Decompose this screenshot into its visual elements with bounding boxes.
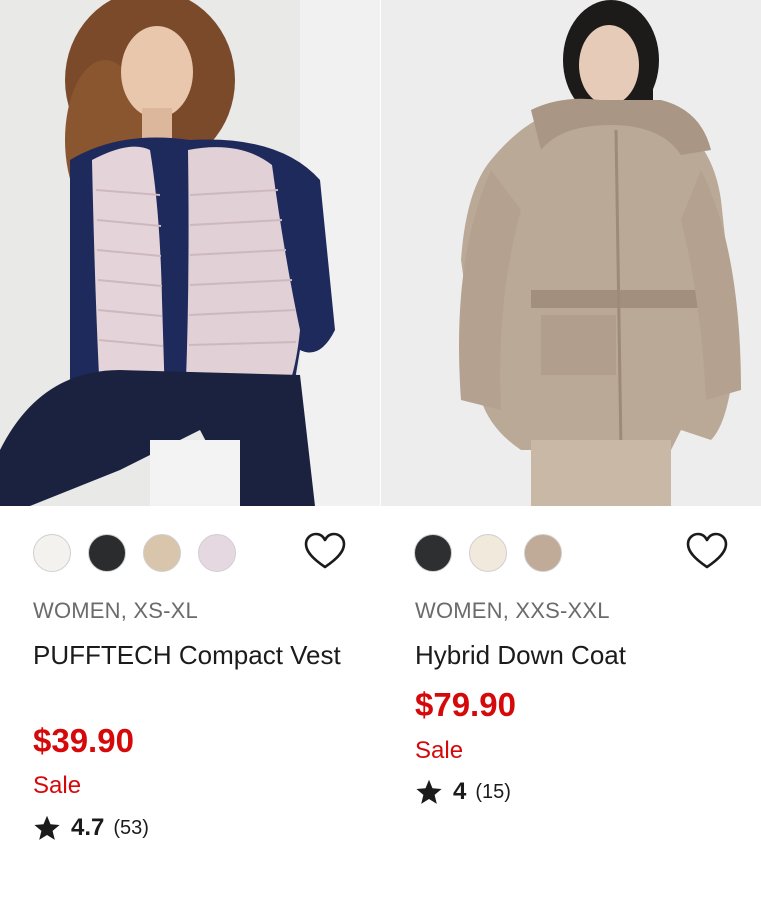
- rating-score: 4.7: [71, 814, 105, 841]
- color-swatch-off-white[interactable]: [33, 534, 71, 572]
- sale-label: Sale: [415, 737, 464, 764]
- product-card-coat[interactable]: WOMEN, XXS-XXL Hybrid Down Coat $79.90 S…: [381, 0, 761, 900]
- star-icon: [34, 815, 60, 840]
- sale-label: Sale: [33, 772, 82, 799]
- product-card-vest[interactable]: WOMEN, XS-XL PUFFTECH Compact Vest $39.9…: [0, 0, 380, 900]
- product-grid: WOMEN, XS-XL PUFFTECH Compact Vest $39.9…: [0, 0, 761, 900]
- color-swatches: [33, 534, 236, 572]
- product-photo: [0, 0, 380, 506]
- product-price: $79.90: [415, 686, 516, 723]
- product-rating[interactable]: 4.7 (53): [33, 813, 149, 843]
- product-rating[interactable]: 4 (15): [415, 777, 511, 807]
- product-price: $39.90: [33, 722, 134, 759]
- color-swatch-off-white[interactable]: [469, 534, 507, 572]
- product-name[interactable]: PUFFTECH Compact Vest: [33, 638, 353, 673]
- review-count: (53): [113, 816, 149, 839]
- heart-outline-icon[interactable]: [304, 531, 346, 573]
- product-image-coat[interactable]: [381, 0, 761, 506]
- color-swatch-black[interactable]: [414, 534, 452, 572]
- product-image-vest[interactable]: [0, 0, 380, 506]
- color-swatch-beige[interactable]: [143, 534, 181, 572]
- review-count: (15): [475, 780, 511, 803]
- color-swatches: [414, 534, 562, 572]
- color-swatch-beige[interactable]: [524, 534, 562, 572]
- product-category: WOMEN, XXS-XXL: [415, 598, 610, 623]
- star-icon: [416, 779, 442, 804]
- product-name[interactable]: Hybrid Down Coat: [415, 638, 735, 673]
- product-photo: [381, 0, 761, 506]
- color-swatch-black[interactable]: [88, 534, 126, 572]
- heart-outline-icon[interactable]: [686, 531, 728, 573]
- color-swatch-pink[interactable]: [198, 534, 236, 572]
- rating-score: 4: [453, 778, 467, 805]
- product-category: WOMEN, XS-XL: [33, 598, 198, 623]
